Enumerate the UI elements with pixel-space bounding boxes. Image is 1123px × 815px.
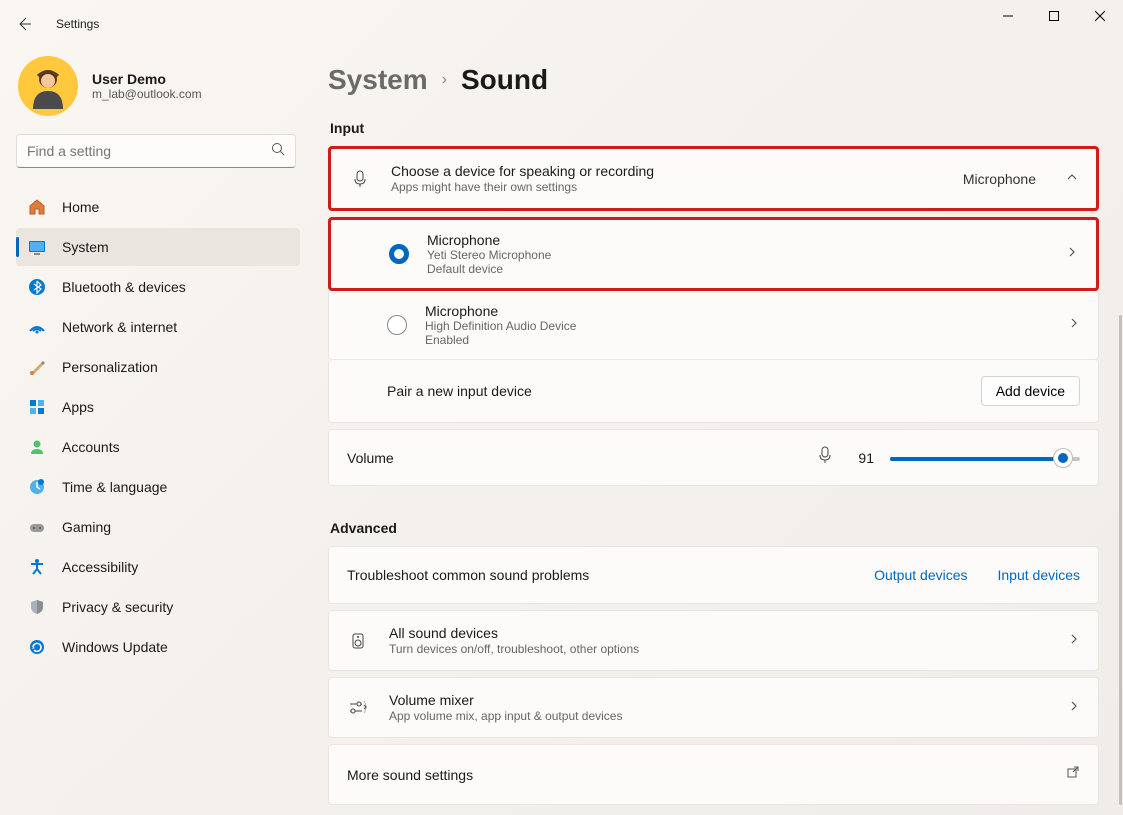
- breadcrumb-parent[interactable]: System: [328, 64, 428, 96]
- back-button[interactable]: [8, 8, 40, 40]
- time-icon: [28, 478, 46, 496]
- close-button[interactable]: [1077, 0, 1123, 32]
- accessibility-icon: [28, 558, 46, 576]
- bluetooth-icon: [28, 278, 46, 296]
- sidebar-item-home[interactable]: Home: [16, 188, 300, 226]
- gaming-icon: [28, 518, 46, 536]
- device-title: Microphone: [427, 232, 1048, 248]
- all-devices-title: All sound devices: [389, 625, 1048, 641]
- sidebar-item-gaming[interactable]: Gaming: [16, 508, 300, 546]
- sidebar-item-accounts[interactable]: Accounts: [16, 428, 300, 466]
- choose-device-title: Choose a device for speaking or recordin…: [391, 163, 943, 179]
- update-icon: [28, 638, 46, 656]
- sidebar-item-system[interactable]: System: [16, 228, 300, 266]
- maximize-button[interactable]: [1031, 0, 1077, 32]
- sidebar-item-label: Accounts: [62, 439, 120, 455]
- external-link-icon: [1066, 765, 1080, 784]
- privacy-icon: [28, 598, 46, 616]
- troubleshoot-row: Troubleshoot common sound problems Outpu…: [328, 546, 1099, 604]
- sidebar-item-label: Network & internet: [62, 319, 177, 335]
- device-sub2: Enabled: [425, 333, 1050, 347]
- user-name: User Demo: [92, 71, 202, 87]
- sidebar-item-label: System: [62, 239, 109, 255]
- mixer-icon: [347, 697, 369, 719]
- sidebar-item-label: Accessibility: [62, 559, 138, 575]
- device-title: Microphone: [425, 303, 1050, 319]
- section-heading-input: Input: [330, 120, 1099, 136]
- sidebar-item-label: Gaming: [62, 519, 111, 535]
- section-heading-advanced: Advanced: [330, 520, 1099, 536]
- all-sound-devices[interactable]: All sound devices Turn devices on/off, t…: [328, 610, 1099, 671]
- accounts-icon: [28, 438, 46, 456]
- user-email: m_lab@outlook.com: [92, 87, 202, 101]
- pair-device-label: Pair a new input device: [387, 383, 963, 399]
- sidebar-item-windows-update[interactable]: Windows Update: [16, 628, 300, 666]
- volume-value: 91: [850, 450, 874, 466]
- device-sub1: Yeti Stereo Microphone: [427, 248, 1048, 262]
- search-icon: [271, 142, 285, 161]
- scrollbar[interactable]: [1119, 315, 1122, 805]
- sidebar-item-accessibility[interactable]: Accessibility: [16, 548, 300, 586]
- sidebar-item-label: Time & language: [62, 479, 167, 495]
- user-profile[interactable]: User Demo m_lab@outlook.com: [16, 56, 300, 116]
- sidebar-item-label: Apps: [62, 399, 94, 415]
- search-input[interactable]: [27, 143, 271, 159]
- sidebar-item-apps[interactable]: Apps: [16, 388, 300, 426]
- radio-selected[interactable]: [389, 244, 409, 264]
- chevron-right-icon: [1068, 632, 1080, 650]
- troubleshoot-label: Troubleshoot common sound problems: [347, 567, 844, 583]
- input-device-item-0[interactable]: Microphone Yeti Stereo Microphone Defaul…: [331, 220, 1096, 288]
- choose-device-value: Microphone: [963, 171, 1036, 187]
- avatar: [18, 56, 78, 116]
- radio-unselected[interactable]: [387, 315, 407, 335]
- sidebar-item-network-internet[interactable]: Network & internet: [16, 308, 300, 346]
- sidebar-item-label: Personalization: [62, 359, 158, 375]
- microphone-icon: [349, 168, 371, 190]
- all-devices-subtitle: Turn devices on/off, troubleshoot, other…: [389, 642, 1048, 656]
- chevron-right-icon: ›: [442, 71, 447, 89]
- device-sub1: High Definition Audio Device: [425, 319, 1050, 333]
- more-sound-settings[interactable]: More sound settings: [328, 744, 1099, 805]
- volume-mixer[interactable]: Volume mixer App volume mix, app input &…: [328, 677, 1099, 738]
- pair-device-row: Pair a new input device Add device: [328, 360, 1099, 423]
- chevron-right-icon: [1066, 245, 1078, 263]
- home-icon: [28, 198, 46, 216]
- breadcrumb-current: Sound: [461, 64, 548, 96]
- chevron-right-icon: [1068, 699, 1080, 717]
- sidebar-item-label: Windows Update: [62, 639, 168, 655]
- sidebar-item-privacy-security[interactable]: Privacy & security: [16, 588, 300, 626]
- input-devices-link[interactable]: Input devices: [998, 567, 1081, 583]
- sidebar-item-label: Home: [62, 199, 99, 215]
- breadcrumb: System › Sound: [328, 64, 1099, 96]
- volume-slider[interactable]: [890, 448, 1080, 468]
- chevron-right-icon: [1068, 316, 1080, 334]
- sidebar-item-personalization[interactable]: Personalization: [16, 348, 300, 386]
- device-sub2: Default device: [427, 262, 1048, 276]
- system-icon: [28, 238, 46, 256]
- sidebar-item-label: Bluetooth & devices: [62, 279, 186, 295]
- sidebar-item-bluetooth-devices[interactable]: Bluetooth & devices: [16, 268, 300, 306]
- speaker-icon: [347, 630, 369, 652]
- minimize-button[interactable]: [985, 0, 1031, 32]
- sidebar-item-time-language[interactable]: Time & language: [16, 468, 300, 506]
- personalization-icon: [28, 358, 46, 376]
- more-settings-title: More sound settings: [347, 767, 1046, 783]
- window-title: Settings: [56, 17, 99, 31]
- mixer-title: Volume mixer: [389, 692, 1048, 708]
- add-device-button[interactable]: Add device: [981, 376, 1080, 406]
- choose-input-device[interactable]: Choose a device for speaking or recordin…: [331, 149, 1096, 208]
- volume-label: Volume: [347, 450, 800, 466]
- chevron-up-icon: [1066, 170, 1078, 188]
- volume-row: Volume 91: [328, 429, 1099, 486]
- microphone-icon[interactable]: [816, 446, 834, 469]
- network-icon: [28, 318, 46, 336]
- output-devices-link[interactable]: Output devices: [874, 567, 967, 583]
- search-box[interactable]: [16, 134, 296, 168]
- sidebar-item-label: Privacy & security: [62, 599, 173, 615]
- apps-icon: [28, 398, 46, 416]
- choose-device-subtitle: Apps might have their own settings: [391, 180, 943, 194]
- mixer-subtitle: App volume mix, app input & output devic…: [389, 709, 1048, 723]
- input-device-item-1[interactable]: Microphone High Definition Audio Device …: [328, 291, 1099, 360]
